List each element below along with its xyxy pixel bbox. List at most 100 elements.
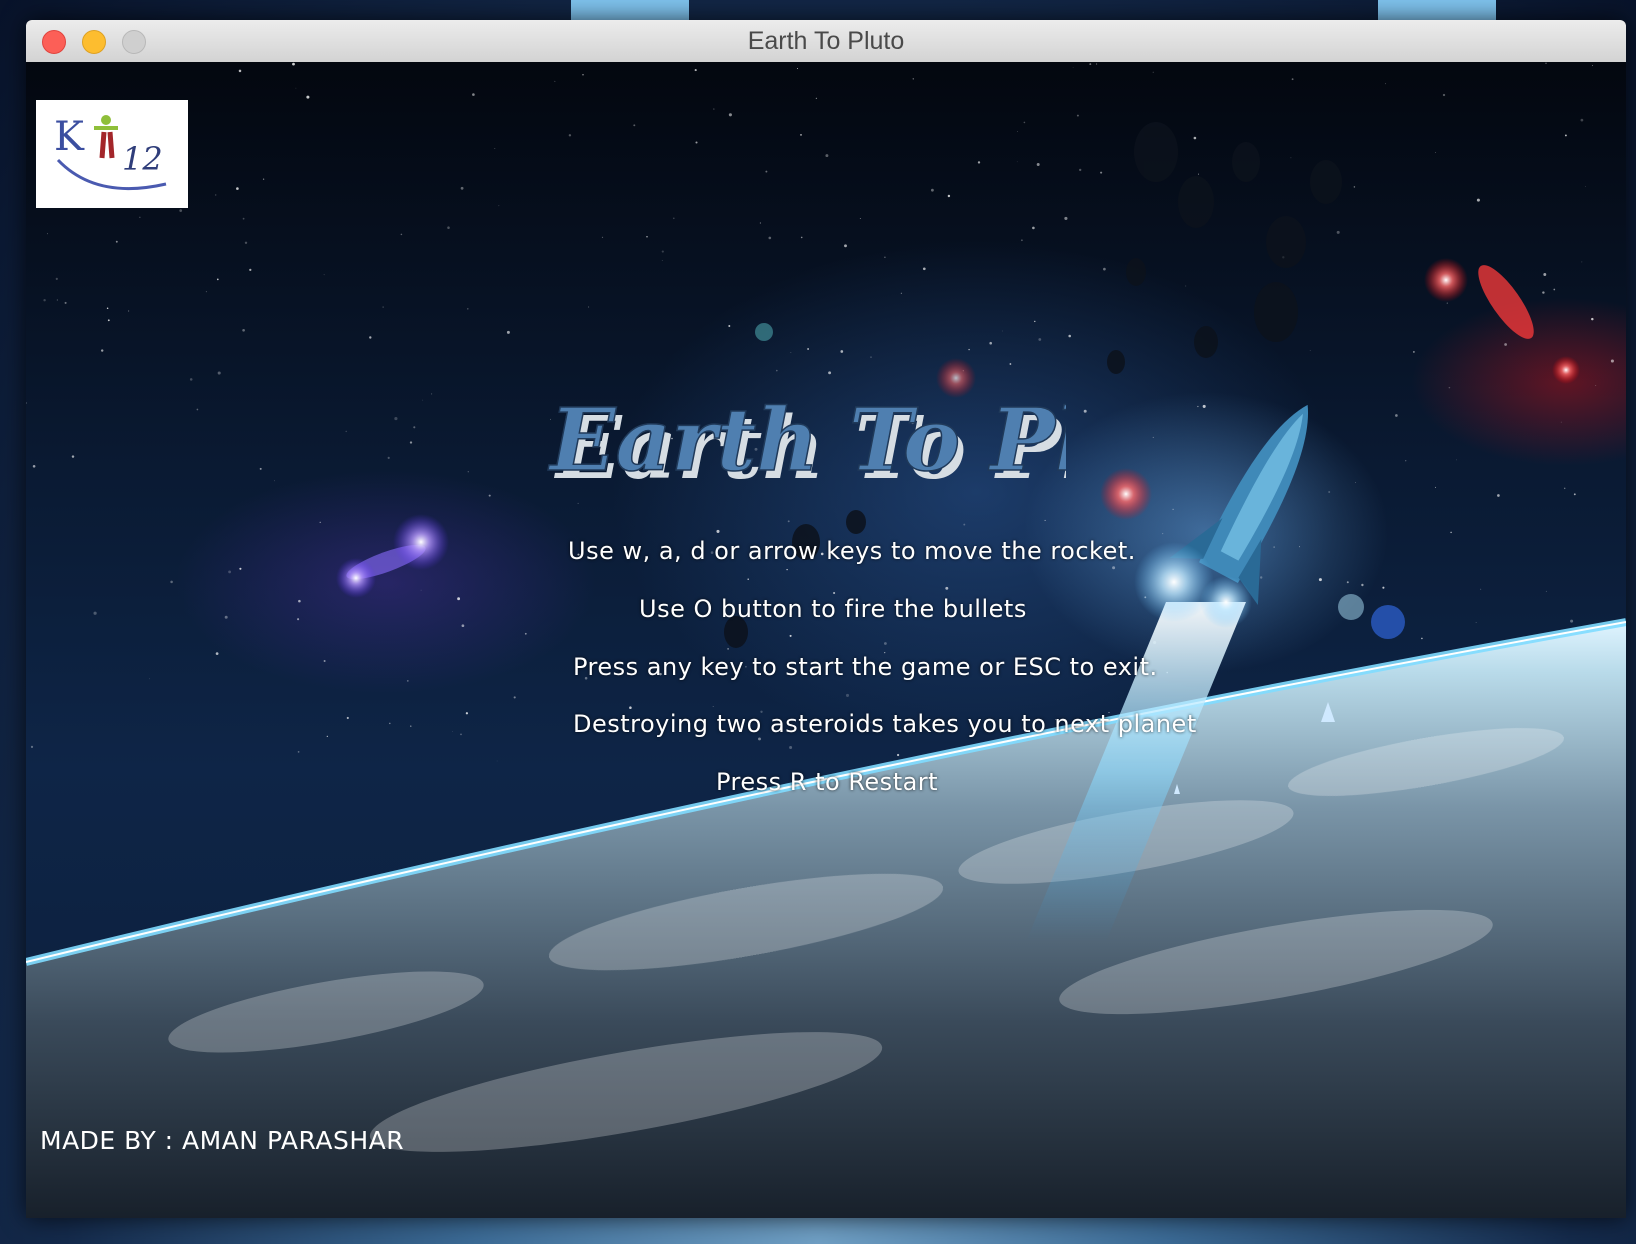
star [1290, 157, 1292, 159]
instruction-move: Use w, a, d or arrow keys to move the ro… [568, 537, 1136, 565]
star [238, 69, 242, 73]
star [406, 679, 409, 682]
star [787, 520, 790, 523]
star [661, 250, 664, 253]
star [896, 753, 900, 757]
instruction-next-planet: Destroying two asteroids takes you to ne… [573, 710, 1197, 738]
window-title: Earth To Pluto [747, 27, 905, 55]
game-canvas[interactable]: K 12 Earth To Pluto Earth To Pluto Use w… [26, 62, 1626, 1218]
star [345, 430, 347, 433]
star [488, 494, 491, 497]
star [977, 161, 981, 164]
star [1044, 519, 1046, 521]
star [844, 244, 847, 248]
star [274, 480, 276, 482]
instruction-start-exit: Press any key to start the game or ESC t… [573, 653, 1158, 681]
star [1542, 291, 1545, 294]
star [1543, 273, 1547, 276]
star [457, 597, 461, 601]
star [460, 186, 464, 190]
star [1152, 71, 1154, 73]
star [789, 746, 793, 749]
star [422, 399, 424, 401]
star [1038, 338, 1042, 341]
star [1564, 134, 1567, 137]
desktop-tab-left [571, 0, 689, 20]
star [1581, 261, 1583, 263]
star [319, 521, 321, 523]
star [694, 69, 697, 72]
star [139, 216, 141, 218]
star [1435, 486, 1436, 488]
star [1336, 230, 1340, 234]
star [292, 62, 295, 66]
star [1584, 185, 1586, 187]
star [568, 134, 572, 137]
star [498, 205, 500, 207]
star [1475, 622, 1477, 623]
star [800, 236, 803, 239]
star [1570, 619, 1574, 623]
star [56, 299, 58, 301]
star [128, 310, 130, 312]
star [1497, 494, 1500, 497]
star [1103, 267, 1106, 271]
star [1193, 136, 1197, 140]
k12-logo-icon: K 12 [36, 100, 188, 208]
star [410, 725, 412, 727]
star [1096, 63, 1098, 65]
instruction-fire: Use O button to fire the bullets [639, 595, 1027, 623]
star [524, 632, 527, 635]
star [55, 277, 58, 280]
star [646, 236, 648, 238]
star [431, 393, 433, 395]
star [815, 97, 818, 100]
star [170, 580, 173, 584]
star [249, 268, 252, 272]
star [727, 648, 729, 650]
star [1112, 566, 1116, 570]
star [413, 426, 416, 429]
star [695, 141, 698, 144]
star [326, 735, 328, 738]
star [1573, 493, 1576, 496]
star [1273, 546, 1275, 548]
star [496, 760, 498, 762]
star [394, 417, 398, 421]
star [1100, 171, 1103, 174]
star [323, 660, 326, 662]
star [323, 274, 325, 276]
star [115, 240, 118, 243]
star [1299, 546, 1301, 548]
star [262, 178, 265, 180]
star [672, 217, 675, 220]
star [244, 241, 248, 244]
star [1198, 173, 1199, 175]
star [1610, 359, 1614, 363]
star [1595, 385, 1597, 386]
star [1083, 409, 1087, 413]
star [216, 278, 219, 281]
star [859, 218, 861, 219]
game-title: Earth To Pluto Earth To Pluto [546, 389, 1066, 499]
star [1480, 588, 1482, 590]
star [298, 599, 301, 603]
star [1036, 163, 1040, 166]
star [1448, 386, 1451, 389]
star [1309, 350, 1311, 351]
star [461, 624, 465, 628]
star [1032, 226, 1035, 230]
star [1456, 459, 1458, 461]
star [947, 194, 951, 198]
star [1446, 302, 1448, 304]
star [1152, 436, 1154, 438]
star [1079, 168, 1082, 172]
star [217, 371, 221, 375]
star [989, 341, 992, 345]
star [1016, 131, 1018, 133]
star [1382, 586, 1385, 589]
star [196, 408, 199, 411]
star [224, 615, 228, 619]
star [506, 330, 510, 334]
star [387, 456, 390, 459]
